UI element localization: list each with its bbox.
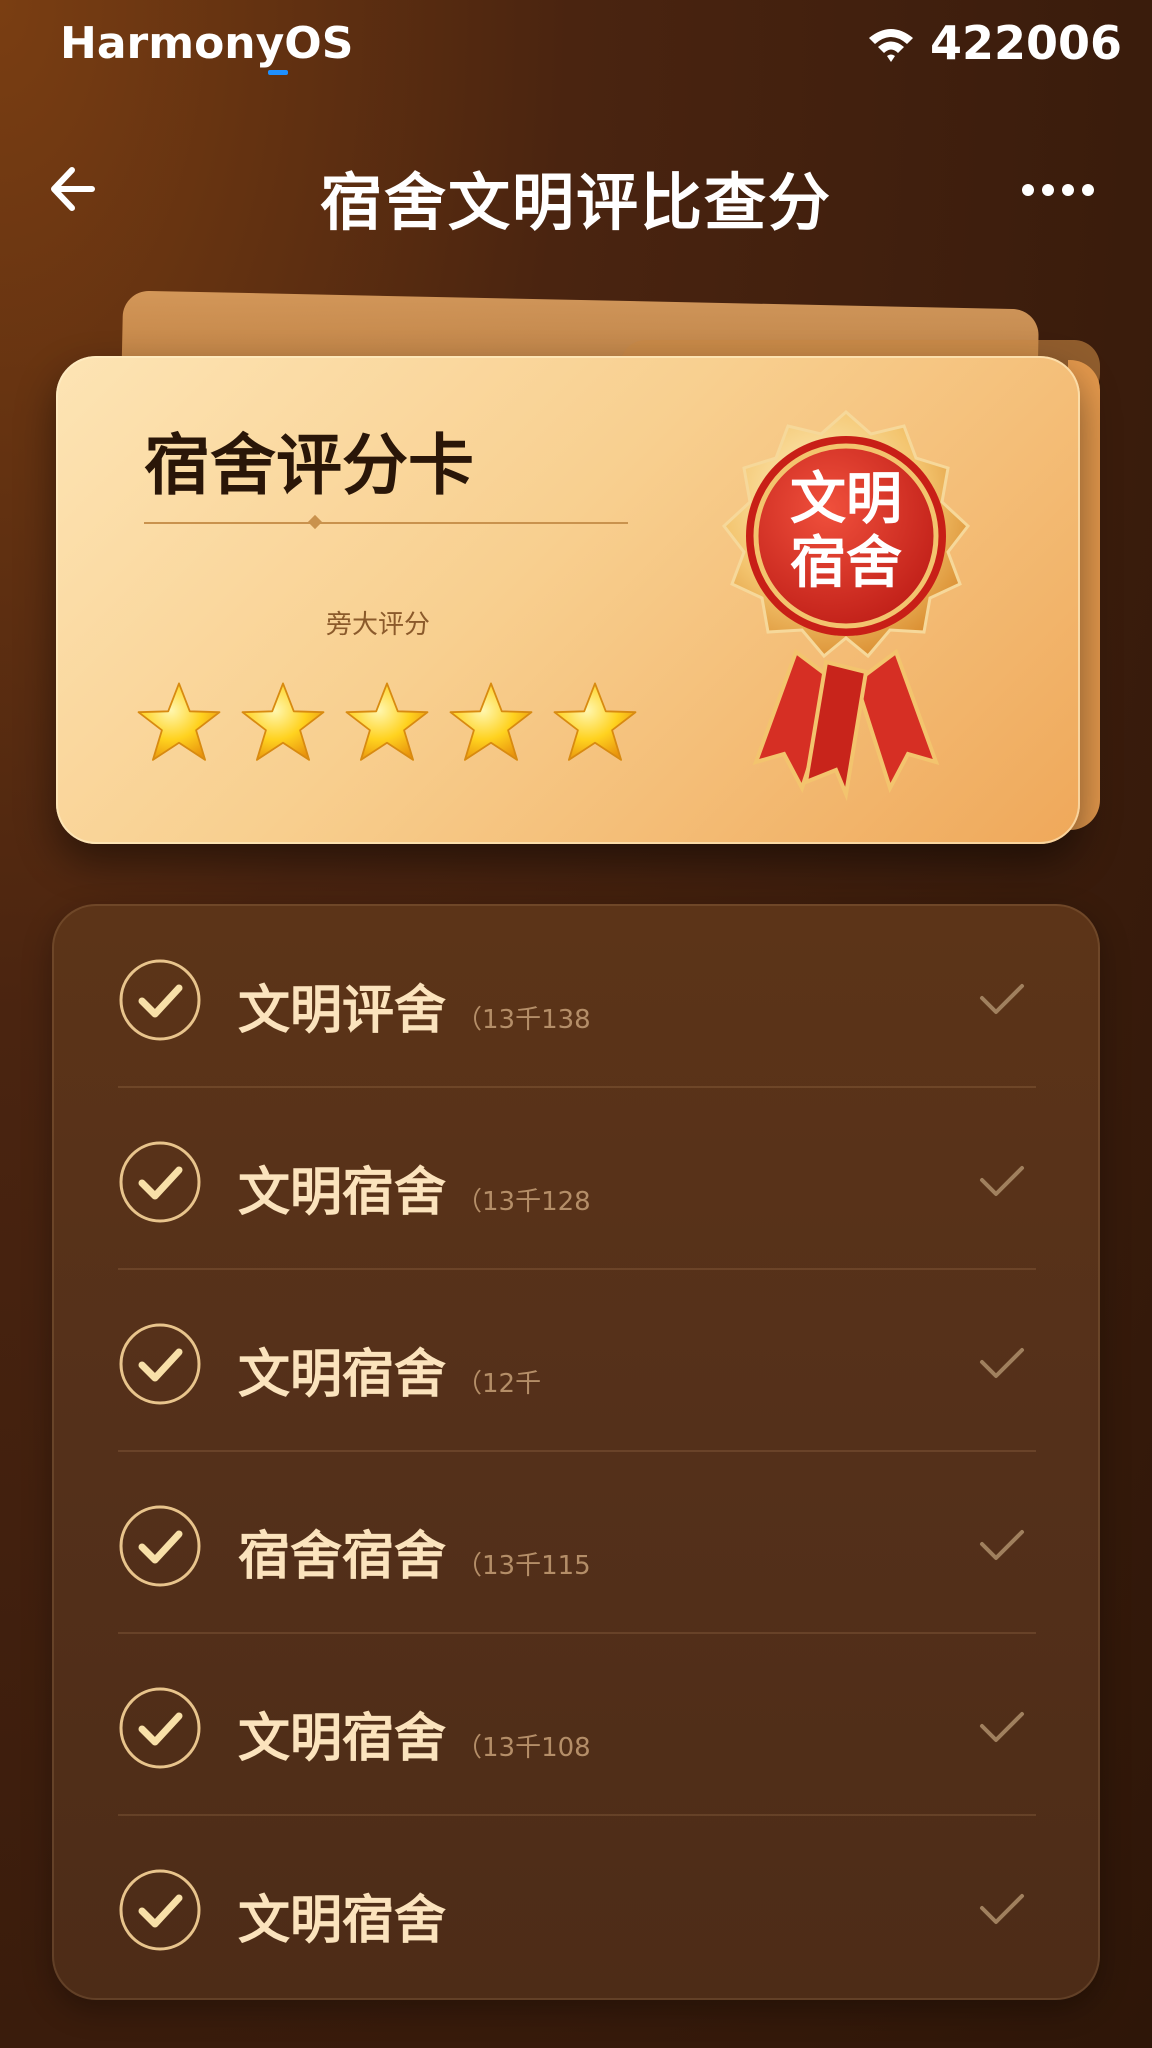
list-item-label: 宿舍宿舍	[238, 1527, 447, 1587]
check-circle-icon	[119, 1323, 201, 1405]
star-icon	[449, 682, 533, 761]
check-circle-icon	[119, 1141, 201, 1223]
card-title: 宿舍评分卡	[144, 427, 474, 504]
check-circle-icon	[119, 959, 201, 1041]
star-icon	[137, 682, 221, 761]
list-item-note: （13千108	[456, 1733, 591, 1763]
list-item[interactable]: 文明宿舍 （12千	[118, 1268, 1036, 1450]
check-icon	[980, 1530, 1024, 1560]
badge-text-line2: 宿舍	[790, 531, 902, 596]
more-dots-icon[interactable]	[1020, 170, 1100, 210]
check-icon	[980, 984, 1024, 1014]
list-item-note: （13千115	[456, 1551, 591, 1581]
rating-list: 文明评舍 （13千138 文明宿舍 （13千128 文明宿舍 （12千 宿舍宿舍 （13…	[52, 904, 1100, 2000]
status-number: 422006	[930, 16, 1123, 70]
list-item[interactable]: 文明评舍 （13千138	[118, 904, 1036, 1086]
list-item-label: 文明评舍	[238, 981, 447, 1041]
award-badge: 文明 宿舍	[686, 402, 1006, 802]
rosette-icon	[721, 410, 971, 802]
os-name-accent	[268, 70, 288, 75]
wifi-icon	[869, 29, 913, 62]
page-title: 宿舍文明评比查分	[319, 166, 832, 239]
list-item[interactable]: 文明宿舍 （13千108	[118, 1632, 1036, 1814]
score-card: 宿舍评分卡 旁大评分 文明 宿舍	[56, 356, 1080, 844]
check-icon	[980, 1894, 1024, 1924]
header: 宿舍文明评比查分	[0, 130, 1152, 250]
card-divider	[144, 522, 628, 524]
os-name: HarmonyOS	[60, 18, 354, 69]
list-item-label: 文明宿舍	[238, 1345, 447, 1405]
list-item-label: 文明宿舍	[238, 1709, 447, 1769]
star-icon	[241, 682, 325, 761]
list-item[interactable]: 文明宿舍 （13千128	[118, 1086, 1036, 1268]
list-item-note: （13千138	[456, 1005, 591, 1035]
list-item-note: （13千128	[456, 1187, 591, 1217]
check-circle-icon	[119, 1687, 201, 1769]
check-icon	[980, 1712, 1024, 1742]
check-icon	[980, 1166, 1024, 1196]
star-icon	[553, 682, 637, 761]
check-circle-icon	[119, 1869, 201, 1951]
card-subtitle: 旁大评分	[326, 610, 431, 640]
list-item-note: （12千	[456, 1369, 542, 1399]
star-rating	[134, 678, 640, 768]
list-item[interactable]: 宿舍宿舍 （13千115	[118, 1450, 1036, 1632]
status-bar: HarmonyOS 422006	[0, 0, 1152, 100]
card-divider-dot	[307, 514, 323, 530]
list-item-label: 文明宿舍	[238, 1163, 447, 1223]
check-icon	[980, 1348, 1024, 1378]
list-item-label: 文明宿舍	[238, 1891, 447, 1951]
check-circle-icon	[119, 1505, 201, 1587]
badge-text-line1: 文明	[790, 467, 902, 532]
list-item[interactable]: 文明宿舍	[118, 1814, 1036, 1996]
star-icon	[345, 682, 429, 761]
